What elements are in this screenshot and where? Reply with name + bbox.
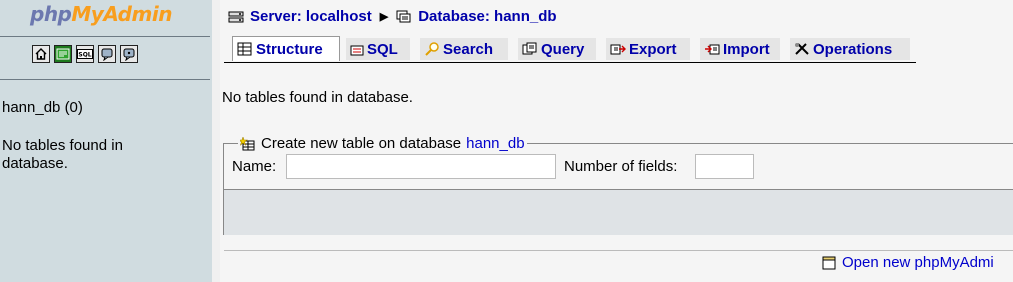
no-tables-message: No tables found in database. bbox=[222, 89, 413, 106]
search-icon bbox=[425, 42, 439, 56]
tab-search[interactable]: Search bbox=[420, 38, 508, 60]
query-window-icon[interactable] bbox=[54, 45, 72, 63]
navigation-frame: phpMyAdmin SQL hann_db (0) No tables fou… bbox=[0, 0, 212, 282]
breadcrumb-arrow-icon: ▶ bbox=[379, 11, 389, 23]
structure-icon bbox=[237, 42, 252, 56]
sql-icon bbox=[350, 45, 364, 56]
server-link[interactable]: Server: localhost bbox=[250, 8, 372, 25]
open-new-window-link[interactable]: Open new phpMyAdmi bbox=[822, 254, 994, 271]
create-table-legend: Create new table on database hann_db bbox=[238, 135, 527, 152]
number-of-fields-label: Number of fields: bbox=[564, 158, 678, 175]
frame-divider[interactable] bbox=[212, 0, 220, 282]
server-icon bbox=[228, 11, 244, 22]
no-tables-message: No tables found in database. bbox=[2, 137, 123, 172]
tab-export[interactable]: Export bbox=[606, 38, 690, 60]
breadcrumb: Server: localhost ▶ Database: hann_db bbox=[228, 8, 557, 25]
quick-icons: SQL bbox=[32, 45, 138, 63]
tab-bar: Structure SQL Search Query Export Import… bbox=[224, 36, 916, 63]
name-label: Name: bbox=[232, 158, 277, 175]
table-name-input[interactable] bbox=[286, 154, 556, 179]
phpmyadmin-logo[interactable]: phpMyAdmin bbox=[30, 2, 172, 26]
divider bbox=[224, 250, 1013, 251]
number-of-fields-input[interactable] bbox=[695, 154, 754, 179]
database-breadcrumb-link[interactable]: Database: hann_db bbox=[418, 8, 556, 25]
divider bbox=[0, 36, 210, 37]
legend-database-name: hann_db bbox=[466, 135, 525, 152]
tab-structure[interactable]: Structure bbox=[232, 36, 340, 61]
operations-icon bbox=[795, 43, 809, 55]
documentation-icon[interactable] bbox=[98, 45, 116, 63]
database-icon bbox=[396, 10, 411, 22]
new-table-icon bbox=[240, 136, 255, 150]
tab-sql[interactable]: SQL bbox=[346, 38, 410, 60]
tab-operations[interactable]: Operations bbox=[790, 38, 910, 60]
home-icon[interactable] bbox=[32, 45, 50, 63]
tab-query[interactable]: Query bbox=[518, 38, 596, 60]
tab-import[interactable]: Import bbox=[700, 38, 780, 60]
import-icon bbox=[705, 44, 720, 55]
svg-text:SQL: SQL bbox=[78, 52, 91, 59]
query-icon bbox=[522, 42, 537, 55]
database-link[interactable]: hann_db (0) bbox=[2, 99, 83, 116]
sql-icon[interactable]: SQL bbox=[76, 45, 94, 63]
export-icon bbox=[610, 44, 626, 55]
fieldset-footer bbox=[224, 189, 1013, 235]
divider bbox=[0, 79, 210, 80]
help-icon[interactable] bbox=[120, 45, 138, 63]
new-window-icon bbox=[822, 256, 836, 269]
